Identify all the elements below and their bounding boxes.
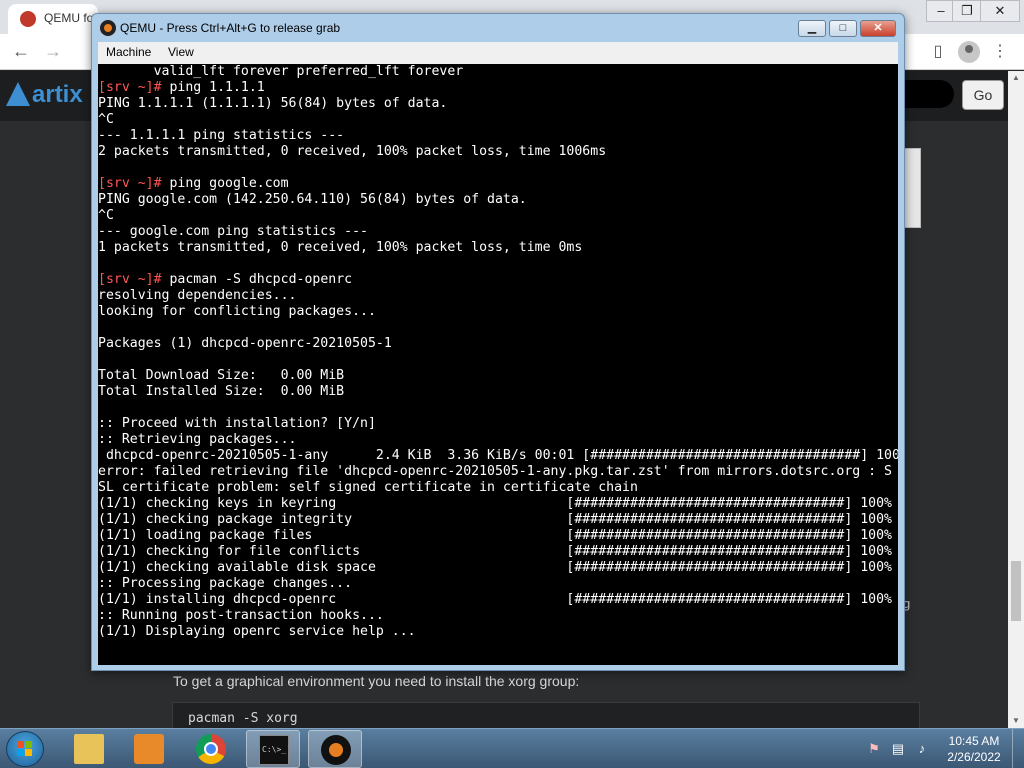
terminal-line: looking for conflicting packages... (98, 304, 376, 319)
windows-logo-icon (17, 741, 33, 757)
terminal-line: ^C (98, 112, 114, 127)
terminal-line: [srv ~]# ping 1.1.1.1 (98, 80, 898, 96)
page-scrollbar[interactable]: ▲ ▼ (1008, 71, 1024, 728)
taskbar-chrome[interactable] (184, 730, 238, 768)
terminal-line: (1/1) loading package files [###########… (98, 528, 892, 543)
qemu-window: QEMU - Press Ctrl+Alt+G to release grab … (91, 13, 905, 671)
clock-time[interactable]: 10:45 AM (944, 734, 1004, 748)
terminal-line: 2 packets transmitted, 0 received, 100% … (98, 144, 607, 159)
terminal-line: (1/1) checking keys in keyring [########… (98, 496, 892, 511)
scroll-up-icon[interactable]: ▲ (1008, 71, 1024, 85)
volume-icon[interactable]: ♪ (914, 741, 930, 757)
terminal-line: 1 packets transmitted, 0 received, 100% … (98, 240, 583, 255)
terminal-line: resolving dependencies... (98, 288, 297, 303)
terminal-line: (1/1) installing dhcpcd-openrc [########… (98, 592, 892, 607)
qemu-close-button[interactable]: ✕ (860, 20, 896, 37)
terminal-output: valid_lft forever preferred_lft forever[… (98, 64, 898, 640)
shell-prompt: [srv ~]# (98, 272, 162, 287)
browser-close-button[interactable]: ✕ (980, 0, 1020, 22)
qemu-favicon-icon (20, 11, 36, 27)
terminal-line: SL certificate problem: self signed cert… (98, 480, 638, 495)
start-button[interactable] (6, 731, 44, 767)
chrome-icon (196, 734, 226, 764)
terminal-line: valid_lft forever preferred_lft forever (98, 64, 464, 79)
sidebar-panel-icon[interactable]: ▯ (928, 42, 948, 62)
terminal-line: Packages (1) dhcpcd-openrc-20210505-1 (98, 336, 392, 351)
qemu-minimize-button[interactable]: ▁ (798, 20, 826, 37)
terminal-line: (1/1) checking package integrity [######… (98, 512, 892, 527)
terminal-line: :: Processing package changes... (98, 576, 353, 591)
qemu-titlebar[interactable]: QEMU - Press Ctrl+Alt+G to release grab … (92, 14, 904, 42)
scrollbar-thumb[interactable] (1011, 561, 1021, 621)
shell-command: ping google.com (161, 176, 289, 191)
go-button[interactable]: Go (962, 80, 1004, 110)
forward-arrow-icon[interactable]: → (40, 40, 66, 64)
profile-avatar[interactable] (958, 41, 980, 63)
taskbar-command-prompt[interactable] (246, 730, 300, 768)
shell-prompt: [srv ~]# (98, 80, 162, 95)
qemu-maximize-button[interactable]: □ (829, 20, 857, 37)
scroll-down-icon[interactable]: ▼ (1008, 714, 1024, 728)
menu-view[interactable]: View (168, 45, 194, 59)
terminal-line: :: Proceed with installation? [Y/n] (98, 416, 376, 431)
qemu-app-icon (100, 20, 116, 36)
terminal-line: (1/1) checking for file conflicts [#####… (98, 544, 892, 559)
taskbar-qemu[interactable] (308, 730, 362, 768)
folder-icon (74, 734, 104, 764)
terminal-line: :: Running post-transaction hooks... (98, 608, 384, 623)
terminal-line: PING 1.1.1.1 (1.1.1.1) 56(84) bytes of d… (98, 96, 448, 111)
terminal-line: [srv ~]# ping google.com (98, 176, 898, 192)
terminal-screen[interactable]: valid_lft forever preferred_lft forever[… (98, 64, 898, 665)
terminal-line: PING google.com (142.250.64.110) 56(84) … (98, 192, 527, 207)
menu-kebab-icon[interactable]: ⋮ (990, 42, 1010, 62)
back-arrow-icon[interactable]: ← (8, 40, 34, 64)
taskbar: ⚑ ▤ ♪ 10:45 AM 2/26/2022 (0, 728, 1024, 768)
terminal-line: (1/1) checking available disk space [###… (98, 560, 892, 575)
terminal-line: --- 1.1.1.1 ping statistics --- (98, 128, 345, 143)
shell-command: pacman -S dhcpcd-openrc (161, 272, 353, 287)
browser-restore-button[interactable]: ❐ (952, 0, 982, 22)
terminal-line: ^C (98, 208, 114, 223)
menu-machine[interactable]: Machine (106, 45, 151, 59)
qemu-menubar: Machine View (98, 42, 898, 64)
terminal-line: (1/1) Displaying openrc service help ... (98, 624, 416, 639)
terminal-line: Total Installed Size: 0.00 MiB (98, 384, 345, 399)
qemu-icon (321, 735, 351, 765)
command-prompt-icon (259, 735, 289, 765)
clock-date[interactable]: 2/26/2022 (944, 750, 1004, 764)
code-text: pacman -S xorg (188, 711, 298, 726)
terminal-line: :: Retrieving packages... (98, 432, 297, 447)
browser-tab-title: QEMU fo (44, 11, 94, 25)
article-paragraph: To get a graphical environment you need … (173, 673, 580, 689)
terminal-line: --- google.com ping statistics --- (98, 224, 368, 239)
terminal-line: Total Download Size: 0.00 MiB (98, 368, 345, 383)
taskbar-media-player[interactable] (122, 730, 176, 768)
media-player-icon (134, 734, 164, 764)
qemu-window-title: QEMU - Press Ctrl+Alt+G to release grab (120, 21, 341, 35)
site-search-input[interactable] (900, 80, 954, 108)
terminal-line: error: failed retrieving file 'dhcpcd-op… (98, 464, 892, 479)
taskbar-explorer[interactable] (62, 730, 116, 768)
terminal-line: [srv ~]# pacman -S dhcpcd-openrc (98, 272, 898, 288)
terminal-line: dhcpcd-openrc-20210505-1-any 2.4 KiB 3.3… (98, 448, 898, 463)
shell-prompt: [srv ~]# (98, 176, 162, 191)
shell-command: ping 1.1.1.1 (161, 80, 265, 95)
browser-tab[interactable]: QEMU fo (8, 4, 98, 34)
artix-triangle-icon (6, 82, 30, 106)
side-panel-fragment (903, 148, 921, 228)
artix-logo[interactable]: artix (6, 81, 83, 109)
network-icon[interactable]: ▤ (890, 741, 906, 757)
action-center-flag-icon[interactable]: ⚑ (866, 741, 882, 757)
show-desktop-button[interactable] (1012, 729, 1024, 768)
